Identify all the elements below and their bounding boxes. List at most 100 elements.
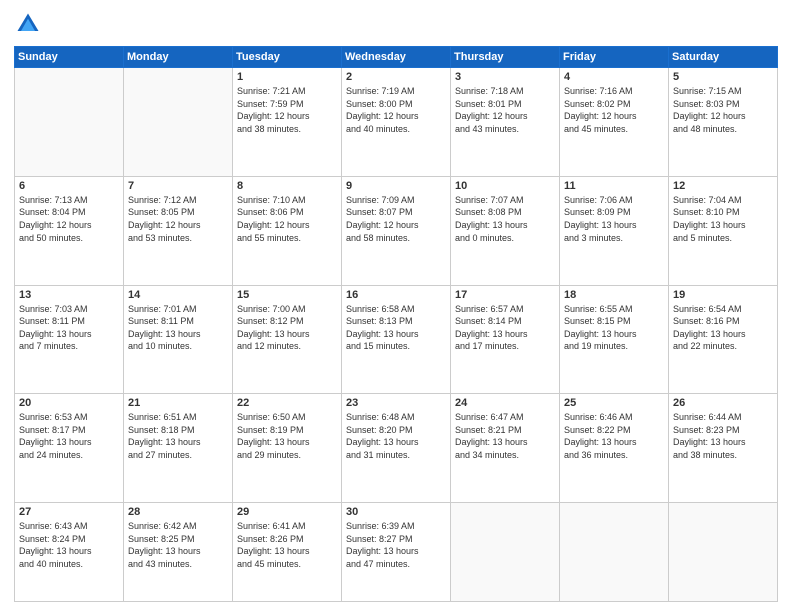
weekday-header: Monday [124,47,233,68]
day-number: 9 [346,180,446,192]
calendar-cell [124,68,233,177]
day-number: 22 [237,397,337,409]
day-number: 17 [455,289,555,301]
calendar-cell [669,503,778,602]
cell-info: Sunrise: 7:13 AM Sunset: 8:04 PM Dayligh… [19,194,119,244]
calendar-cell: 9 Sunrise: 7:09 AM Sunset: 8:07 PM Daylig… [342,176,451,285]
cell-info: Sunrise: 6:42 AM Sunset: 8:25 PM Dayligh… [128,520,228,570]
day-number: 30 [346,506,446,518]
cell-info: Sunrise: 7:03 AM Sunset: 8:11 PM Dayligh… [19,303,119,353]
calendar-cell: 18Sunrise: 6:55 AM Sunset: 8:15 PM Dayli… [560,285,669,394]
day-number: 14 [128,289,228,301]
calendar-cell: 3 Sunrise: 7:18 AM Sunset: 8:01 PM Daylig… [451,68,560,177]
calendar-cell: 11 Sunrise: 7:06 AM Sunset: 8:09 PM Dayli… [560,176,669,285]
calendar-cell: 7 Sunrise: 7:12 AM Sunset: 8:05 PM Daylig… [124,176,233,285]
day-number: 4 [564,71,664,83]
day-number: 1 [237,71,337,83]
day-number: 16 [346,289,446,301]
day-number: 21 [128,397,228,409]
cell-info: Sunrise: 7:00 AM Sunset: 8:12 PM Dayligh… [237,303,337,353]
day-number: 7 [128,180,228,192]
day-number: 25 [564,397,664,409]
cell-info: Sunrise: 7:18 AM Sunset: 8:01 PM Dayligh… [455,85,555,135]
cell-info: Sunrise: 6:50 AM Sunset: 8:19 PM Dayligh… [237,411,337,461]
cell-info: Sunrise: 7:06 AM Sunset: 8:09 PM Dayligh… [564,194,664,244]
cell-info: Sunrise: 6:44 AM Sunset: 8:23 PM Dayligh… [673,411,773,461]
day-number: 15 [237,289,337,301]
cell-info: Sunrise: 6:43 AM Sunset: 8:24 PM Dayligh… [19,520,119,570]
cell-info: Sunrise: 6:47 AM Sunset: 8:21 PM Dayligh… [455,411,555,461]
day-number: 10 [455,180,555,192]
cell-info: Sunrise: 7:01 AM Sunset: 8:11 PM Dayligh… [128,303,228,353]
day-number: 23 [346,397,446,409]
day-number: 20 [19,397,119,409]
calendar-cell: 15 Sunrise: 7:00 AM Sunset: 8:12 PM Dayli… [233,285,342,394]
weekday-header: Thursday [451,47,560,68]
calendar-cell: 10 Sunrise: 7:07 AM Sunset: 8:08 PM Dayli… [451,176,560,285]
cell-info: Sunrise: 6:41 AM Sunset: 8:26 PM Dayligh… [237,520,337,570]
calendar-cell: 1 Sunrise: 7:21 AM Sunset: 7:59 PM Daylig… [233,68,342,177]
cell-info: Sunrise: 6:54 AM Sunset: 8:16 PM Dayligh… [673,303,773,353]
header [14,10,778,38]
weekday-header: Sunday [15,47,124,68]
cell-info: Sunrise: 7:09 AM Sunset: 8:07 PM Dayligh… [346,194,446,244]
calendar-table: SundayMondayTuesdayWednesdayThursdayFrid… [14,46,778,602]
calendar-week-row: 13 Sunrise: 7:03 AM Sunset: 8:11 PM Dayli… [15,285,778,394]
calendar-cell: 14 Sunrise: 7:01 AM Sunset: 8:11 PM Dayli… [124,285,233,394]
calendar-cell: 6Sunrise: 7:13 AM Sunset: 8:04 PM Daylig… [15,176,124,285]
calendar-week-row: 1 Sunrise: 7:21 AM Sunset: 7:59 PM Daylig… [15,68,778,177]
calendar-week-row: 6Sunrise: 7:13 AM Sunset: 8:04 PM Daylig… [15,176,778,285]
day-number: 27 [19,506,119,518]
day-number: 2 [346,71,446,83]
calendar-cell: 29 Sunrise: 6:41 AM Sunset: 8:26 PM Dayli… [233,503,342,602]
day-number: 5 [673,71,773,83]
calendar-cell: 27 Sunrise: 6:43 AM Sunset: 8:24 PM Dayli… [15,503,124,602]
cell-info: Sunrise: 6:53 AM Sunset: 8:17 PM Dayligh… [19,411,119,461]
calendar-cell [15,68,124,177]
day-number: 28 [128,506,228,518]
cell-info: Sunrise: 7:21 AM Sunset: 7:59 PM Dayligh… [237,85,337,135]
day-number: 26 [673,397,773,409]
cell-info: Sunrise: 7:10 AM Sunset: 8:06 PM Dayligh… [237,194,337,244]
calendar-cell [560,503,669,602]
calendar-week-row: 27 Sunrise: 6:43 AM Sunset: 8:24 PM Dayli… [15,503,778,602]
cell-info: Sunrise: 7:15 AM Sunset: 8:03 PM Dayligh… [673,85,773,135]
day-number: 29 [237,506,337,518]
cell-info: Sunrise: 6:46 AM Sunset: 8:22 PM Dayligh… [564,411,664,461]
cell-info: Sunrise: 6:48 AM Sunset: 8:20 PM Dayligh… [346,411,446,461]
calendar-cell: 20 Sunrise: 6:53 AM Sunset: 8:17 PM Dayli… [15,394,124,503]
cell-info: Sunrise: 7:04 AM Sunset: 8:10 PM Dayligh… [673,194,773,244]
calendar-cell: 21 Sunrise: 6:51 AM Sunset: 8:18 PM Dayli… [124,394,233,503]
calendar-cell: 23 Sunrise: 6:48 AM Sunset: 8:20 PM Dayli… [342,394,451,503]
calendar-cell: 24Sunrise: 6:47 AM Sunset: 8:21 PM Dayli… [451,394,560,503]
calendar-header-row: SundayMondayTuesdayWednesdayThursdayFrid… [15,47,778,68]
cell-info: Sunrise: 6:51 AM Sunset: 8:18 PM Dayligh… [128,411,228,461]
weekday-header: Saturday [669,47,778,68]
cell-info: Sunrise: 7:07 AM Sunset: 8:08 PM Dayligh… [455,194,555,244]
calendar-cell: 26 Sunrise: 6:44 AM Sunset: 8:23 PM Dayli… [669,394,778,503]
calendar-cell: 2 Sunrise: 7:19 AM Sunset: 8:00 PM Daylig… [342,68,451,177]
cell-info: Sunrise: 6:55 AM Sunset: 8:15 PM Dayligh… [564,303,664,353]
weekday-header: Wednesday [342,47,451,68]
cell-info: Sunrise: 7:16 AM Sunset: 8:02 PM Dayligh… [564,85,664,135]
calendar-cell: 16 Sunrise: 6:58 AM Sunset: 8:13 PM Dayli… [342,285,451,394]
calendar-week-row: 20 Sunrise: 6:53 AM Sunset: 8:17 PM Dayli… [15,394,778,503]
day-number: 8 [237,180,337,192]
calendar-cell [451,503,560,602]
calendar-cell: 19Sunrise: 6:54 AM Sunset: 8:16 PM Dayli… [669,285,778,394]
cell-info: Sunrise: 6:39 AM Sunset: 8:27 PM Dayligh… [346,520,446,570]
cell-info: Sunrise: 7:12 AM Sunset: 8:05 PM Dayligh… [128,194,228,244]
page: SundayMondayTuesdayWednesdayThursdayFrid… [0,0,792,612]
logo [14,10,46,38]
calendar-cell: 17Sunrise: 6:57 AM Sunset: 8:14 PM Dayli… [451,285,560,394]
cell-info: Sunrise: 7:19 AM Sunset: 8:00 PM Dayligh… [346,85,446,135]
day-number: 13 [19,289,119,301]
logo-icon [14,10,42,38]
weekday-header: Tuesday [233,47,342,68]
calendar-cell: 13 Sunrise: 7:03 AM Sunset: 8:11 PM Dayli… [15,285,124,394]
calendar-cell: 12Sunrise: 7:04 AM Sunset: 8:10 PM Dayli… [669,176,778,285]
day-number: 11 [564,180,664,192]
calendar-cell: 5 Sunrise: 7:15 AM Sunset: 8:03 PM Daylig… [669,68,778,177]
day-number: 3 [455,71,555,83]
cell-info: Sunrise: 6:58 AM Sunset: 8:13 PM Dayligh… [346,303,446,353]
